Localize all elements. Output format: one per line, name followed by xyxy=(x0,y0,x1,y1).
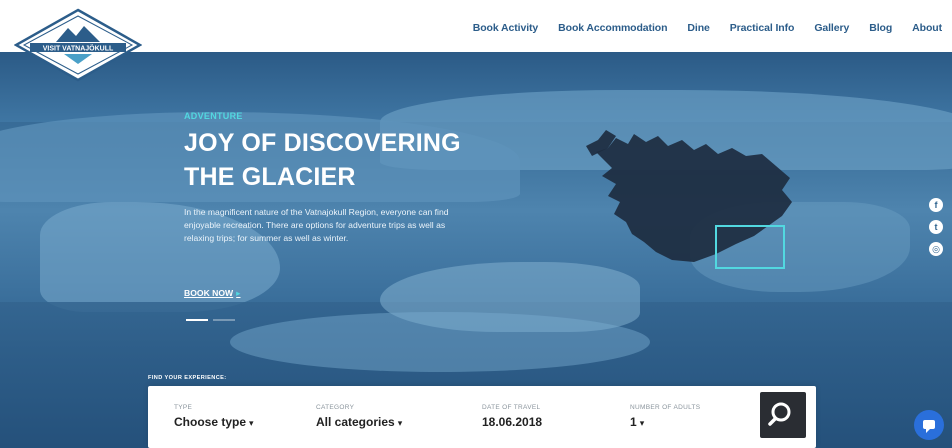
slider-dots xyxy=(186,319,235,321)
hero-headline-line-2: THE GLACIER xyxy=(184,163,356,191)
category-value: All categories ▾ xyxy=(316,415,402,429)
chat-button[interactable] xyxy=(914,410,944,440)
search-icon xyxy=(768,402,791,426)
experience-search-bar: TYPE Choose type ▾ CATEGORY All categorie… xyxy=(148,386,816,448)
title-peek xyxy=(452,0,562,8)
main-nav: Book Activity Book Accommodation Dine Pr… xyxy=(453,22,942,34)
nav-about[interactable]: About xyxy=(912,22,942,34)
facebook-icon[interactable]: f xyxy=(929,198,943,212)
chevron-down-icon: ▾ xyxy=(397,418,403,428)
category-label: CATEGORY xyxy=(316,404,355,411)
instagram-icon[interactable]: ◎ xyxy=(929,242,943,256)
date-value: 18.06.2018 xyxy=(482,415,542,429)
iceland-map xyxy=(586,130,792,269)
type-value-text: Choose type xyxy=(174,415,247,429)
category-select[interactable]: CATEGORY All categories ▾ xyxy=(316,404,402,429)
social-links: f t ◎ xyxy=(929,198,945,264)
twitter-icon[interactable]: t xyxy=(929,220,943,234)
hero-ice-floe xyxy=(230,312,650,372)
nav-practical-info[interactable]: Practical Info xyxy=(730,22,795,34)
slider-dot-2[interactable] xyxy=(213,319,235,321)
finder-label: FIND YOUR EXPERIENCE: xyxy=(148,375,227,381)
adults-value-text: 1 xyxy=(630,415,637,429)
nav-book-accommodation[interactable]: Book Accommodation xyxy=(558,22,667,34)
search-button[interactable] xyxy=(760,392,806,438)
book-now-label: BOOK NOW xyxy=(184,288,234,298)
iceland-silhouette xyxy=(596,134,792,262)
hero-intro: In the magnificent nature of the Vatnajo… xyxy=(184,207,449,243)
chat-bubble-icon xyxy=(923,420,935,433)
hero-kicker: ADVENTURE xyxy=(184,111,243,121)
logo-wordmark: VISIT VATNAJÖKULL xyxy=(43,44,114,53)
nav-blog[interactable]: Blog xyxy=(869,22,892,34)
adults-value: 1 ▾ xyxy=(630,415,700,429)
chevron-down-icon: ▾ xyxy=(249,418,254,428)
adults-label: NUMBER OF ADULTS xyxy=(630,404,701,411)
nav-gallery[interactable]: Gallery xyxy=(814,22,849,34)
nav-book-activity[interactable]: Book Activity xyxy=(473,22,539,34)
category-value-text: All categories xyxy=(316,415,395,429)
book-now-button[interactable]: BOOK NOW ▸ xyxy=(184,288,241,299)
adults-select[interactable]: NUMBER OF ADULTS 1 ▾ xyxy=(630,404,700,429)
site-logo[interactable]: VISIT VATNAJÖKULL xyxy=(14,8,142,82)
type-label: TYPE xyxy=(174,404,193,411)
top-bar: Book Activity Book Accommodation Dine Pr… xyxy=(0,0,952,52)
type-value: Choose type ▾ xyxy=(174,415,254,429)
arrow-right-icon: ▸ xyxy=(236,288,241,298)
nav-dine[interactable]: Dine xyxy=(687,22,709,34)
slider-dot-1[interactable] xyxy=(186,319,208,321)
date-of-travel-field[interactable]: DATE OF TRAVEL 18.06.2018 xyxy=(482,404,542,429)
date-value-text: 18.06.2018 xyxy=(482,415,543,429)
date-label: DATE OF TRAVEL xyxy=(482,404,541,411)
type-select[interactable]: TYPE Choose type ▾ xyxy=(174,404,254,429)
hero-headline-line-1: JOY OF DISCOVERING xyxy=(184,129,461,157)
chevron-down-icon: ▾ xyxy=(639,418,645,428)
hero-headline: JOY OF DISCOVERING THE GLACIER xyxy=(184,126,524,194)
